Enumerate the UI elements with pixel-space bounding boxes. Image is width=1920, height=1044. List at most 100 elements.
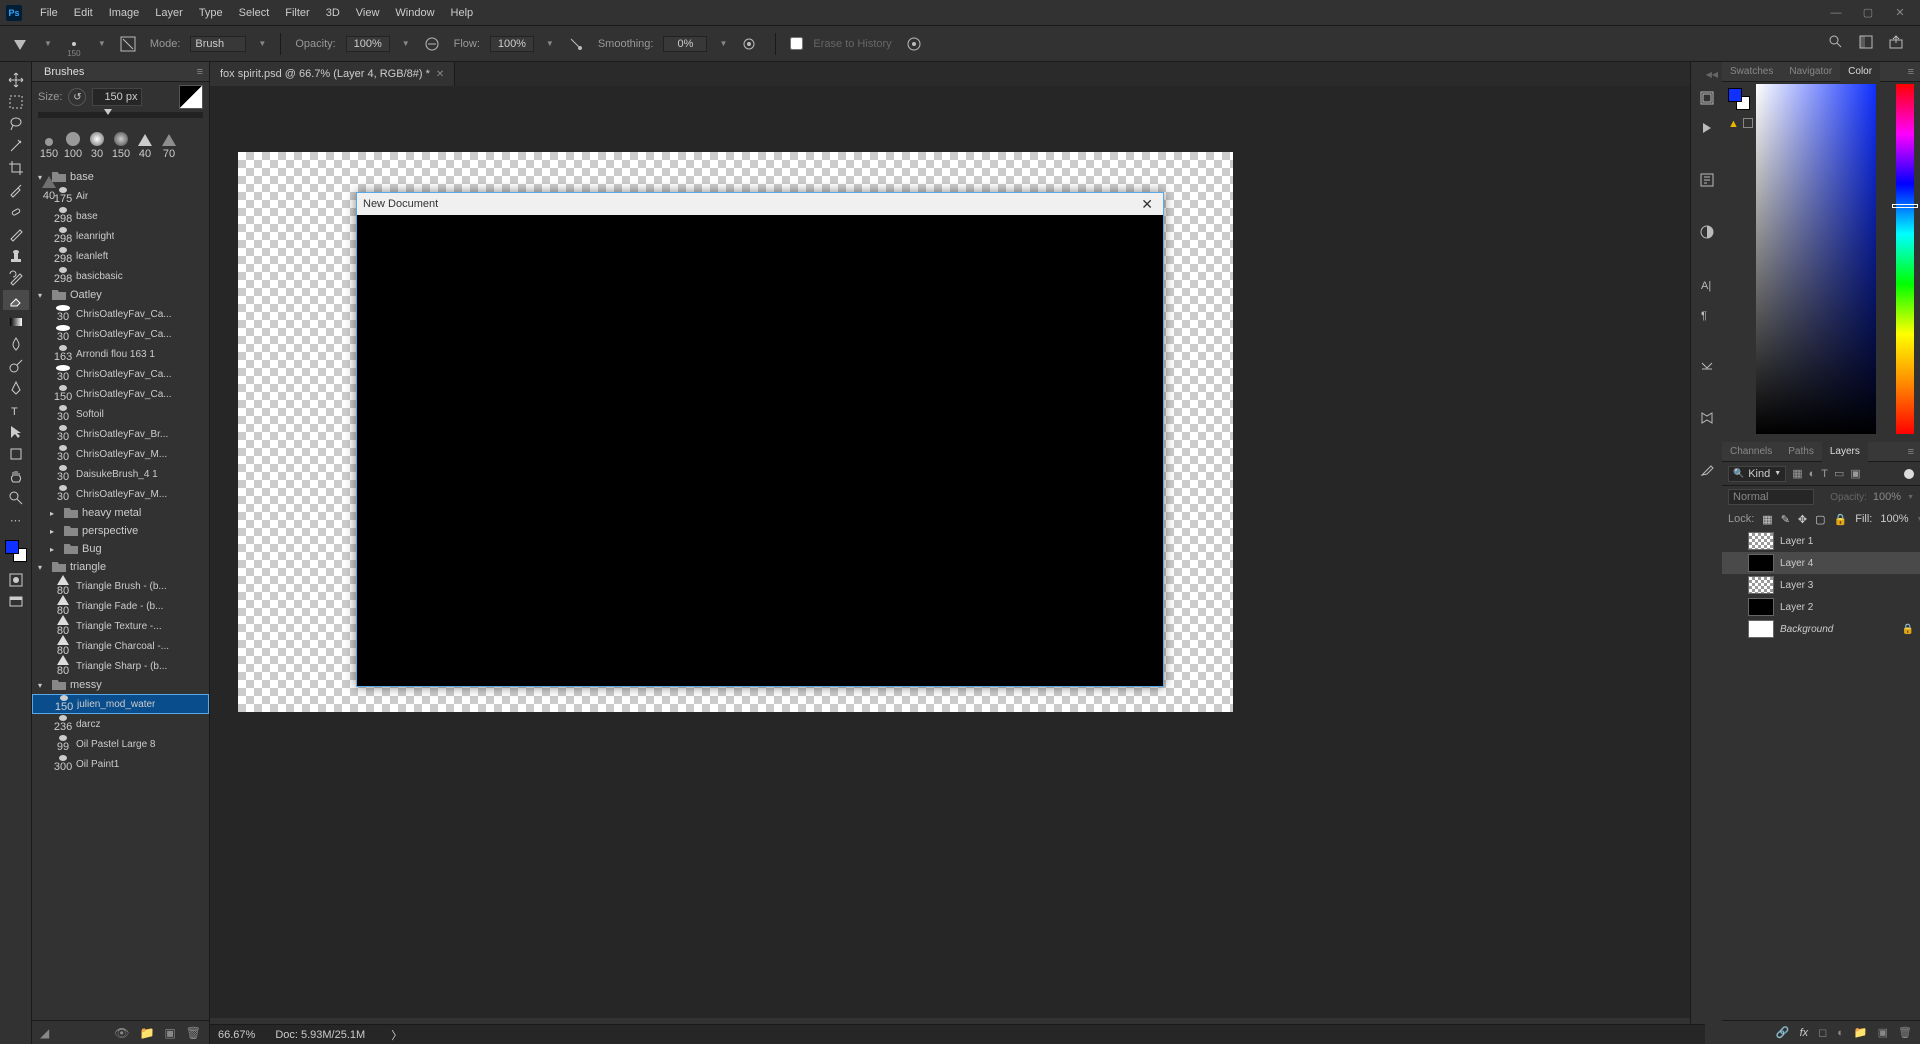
path-select-tool-icon[interactable] bbox=[3, 422, 29, 442]
color-tab[interactable]: Color bbox=[1840, 62, 1880, 82]
zoom-tool-icon[interactable] bbox=[3, 488, 29, 508]
brush-thumb[interactable]: 70 bbox=[158, 120, 180, 160]
chevron-down-icon[interactable]: ▼ bbox=[44, 39, 52, 48]
navigator-tab[interactable]: Navigator bbox=[1781, 62, 1840, 82]
menu-3d[interactable]: 3D bbox=[318, 0, 348, 26]
menu-type[interactable]: Type bbox=[191, 0, 231, 26]
lock-artboard-icon[interactable]: ▢ bbox=[1815, 513, 1825, 526]
smoothing-input[interactable]: 0% bbox=[663, 36, 707, 52]
brush-item[interactable]: 175Air bbox=[32, 186, 209, 206]
flow-input[interactable]: 100% bbox=[490, 36, 534, 52]
brush-item[interactable]: 298leanright bbox=[32, 226, 209, 246]
chevron-down-icon[interactable]: ▼ bbox=[546, 39, 554, 48]
hand-tool-icon[interactable] bbox=[3, 466, 29, 486]
layer-name[interactable]: Layer 4 bbox=[1780, 558, 1813, 569]
layer-row[interactable]: Layer 2 bbox=[1722, 596, 1920, 618]
fill-value[interactable]: 100% bbox=[1880, 513, 1908, 525]
character-panel-icon[interactable]: A| bbox=[1697, 274, 1717, 294]
new-folder-icon[interactable]: 📁 bbox=[139, 1026, 154, 1040]
dialog-titlebar[interactable]: New Document ✕ bbox=[357, 193, 1163, 215]
quickmask-icon[interactable] bbox=[3, 570, 29, 590]
brush-tree[interactable]: ▾base175Air298base298leanright298leanlef… bbox=[32, 166, 209, 1020]
trash-icon[interactable]: 🗑 bbox=[1898, 1026, 1912, 1039]
brush-item[interactable]: 298basicbasic bbox=[32, 266, 209, 286]
mode-dropdown[interactable]: Brush bbox=[190, 36, 246, 52]
layer-thumbnail[interactable] bbox=[1748, 620, 1774, 638]
properties-panel-icon[interactable] bbox=[1697, 170, 1717, 190]
layer-name[interactable]: Layer 3 bbox=[1780, 580, 1813, 591]
channels-tab[interactable]: Channels bbox=[1722, 442, 1780, 462]
fg-color-swatch[interactable] bbox=[1728, 88, 1742, 102]
layer-fx-icon[interactable]: fx bbox=[1800, 1027, 1809, 1039]
screenmode-icon[interactable] bbox=[3, 592, 29, 612]
chevron-down-icon[interactable]: ▼ bbox=[1907, 494, 1914, 501]
layer-mask-icon[interactable]: ◻ bbox=[1818, 1026, 1827, 1039]
filter-type-icon[interactable]: T bbox=[1821, 468, 1828, 480]
brush-item[interactable]: 30ChrisOatleyFav_Ca... bbox=[32, 304, 209, 324]
layer-filter-kind[interactable]: 🔍 Kind ▼ bbox=[1728, 466, 1786, 482]
brush-subfolder[interactable]: ▸heavy metal bbox=[32, 504, 209, 522]
new-layer-icon[interactable]: ▣ bbox=[1878, 1026, 1888, 1039]
layer-row[interactable]: Background🔒 bbox=[1722, 618, 1920, 640]
brush-size-input[interactable]: 150 px bbox=[92, 88, 142, 106]
brush-thumb[interactable]: 40 bbox=[134, 120, 156, 160]
layer-row[interactable]: Layer 1 bbox=[1722, 530, 1920, 552]
heal-tool-icon[interactable] bbox=[3, 202, 29, 222]
lock-pixels-icon[interactable]: ✎ bbox=[1781, 513, 1790, 526]
canvas-area[interactable]: New Document ✕ bbox=[210, 86, 1705, 1018]
erase-history-checkbox[interactable] bbox=[790, 37, 803, 50]
eyedropper-tool-icon[interactable] bbox=[3, 180, 29, 200]
menu-image[interactable]: Image bbox=[101, 0, 148, 26]
menu-file[interactable]: File bbox=[32, 0, 66, 26]
gamut-warning-icon[interactable]: ▲ bbox=[1728, 118, 1739, 130]
share-icon[interactable] bbox=[1888, 34, 1904, 53]
paths-tab[interactable]: Paths bbox=[1780, 442, 1822, 462]
menu-help[interactable]: Help bbox=[443, 0, 482, 26]
layer-opacity-value[interactable]: 100% bbox=[1873, 491, 1901, 503]
brush-item[interactable]: 163Arrondi flou 163 1 bbox=[32, 344, 209, 364]
brush-item[interactable]: 30ChrisOatleyFav_Ca... bbox=[32, 364, 209, 384]
brush-tool-icon[interactable] bbox=[3, 224, 29, 244]
reset-brush-icon[interactable]: ↺ bbox=[68, 88, 86, 106]
filter-smart-icon[interactable]: ▣ bbox=[1850, 467, 1860, 480]
color-swatch-pair[interactable] bbox=[1728, 88, 1750, 110]
brush-folder[interactable]: ▾base bbox=[32, 168, 209, 186]
history-brush-tool-icon[interactable] bbox=[3, 268, 29, 288]
type-tool-icon[interactable]: T bbox=[3, 400, 29, 420]
brush-item[interactable]: 30ChrisOatleyFav_M... bbox=[32, 484, 209, 504]
marquee-tool-icon[interactable] bbox=[3, 92, 29, 112]
brush-preview-footer-icon[interactable]: ◢ bbox=[40, 1026, 49, 1040]
menu-window[interactable]: Window bbox=[387, 0, 442, 26]
pen-tool-icon[interactable] bbox=[3, 378, 29, 398]
panel-menu-icon[interactable]: ≡ bbox=[197, 66, 209, 78]
chevron-down-icon[interactable]: ▼ bbox=[98, 39, 106, 48]
websafe-warning-icon[interactable] bbox=[1743, 118, 1753, 128]
brush-item[interactable]: 30Softoil bbox=[32, 404, 209, 424]
history-panel-icon[interactable] bbox=[1697, 88, 1717, 108]
layer-thumbnail[interactable] bbox=[1748, 554, 1774, 572]
brush-item[interactable]: 30ChrisOatleyFav_M... bbox=[32, 444, 209, 464]
doc-info[interactable]: Doc: 5.93M/25.1M bbox=[275, 1029, 365, 1041]
status-chevron-icon[interactable]: 〉 bbox=[391, 1027, 402, 1043]
shape-tool-icon[interactable] bbox=[3, 444, 29, 464]
brush-subfolder[interactable]: ▸perspective bbox=[32, 522, 209, 540]
layer-thumbnail[interactable] bbox=[1748, 598, 1774, 616]
close-icon[interactable]: ✕ bbox=[1886, 3, 1914, 23]
gradient-tool-icon[interactable] bbox=[3, 312, 29, 332]
airbrush-icon[interactable] bbox=[564, 32, 588, 56]
brush-preview-icon[interactable]: 150 bbox=[62, 32, 86, 56]
smoothing-options-icon[interactable] bbox=[737, 32, 761, 56]
brush-item[interactable]: 30ChrisOatleyFav_Ca... bbox=[32, 324, 209, 344]
filter-pixel-icon[interactable]: ▦ bbox=[1792, 467, 1802, 480]
chevron-down-icon[interactable]: ▼ bbox=[258, 39, 266, 48]
libraries-panel-icon[interactable] bbox=[1697, 408, 1717, 428]
menu-layer[interactable]: Layer bbox=[147, 0, 191, 26]
brush-subfolder[interactable]: ▸Bug bbox=[32, 540, 209, 558]
layer-row[interactable]: Layer 4 bbox=[1722, 552, 1920, 574]
brush-item[interactable]: 150julien_mod_water bbox=[32, 694, 209, 714]
chevron-down-icon[interactable]: ▼ bbox=[719, 39, 727, 48]
zoom-level[interactable]: 66.67% bbox=[218, 1029, 255, 1041]
expand-panels-icon[interactable]: ◀◀ bbox=[1706, 70, 1718, 78]
crop-tool-icon[interactable] bbox=[3, 158, 29, 178]
color-field[interactable] bbox=[1756, 84, 1876, 434]
